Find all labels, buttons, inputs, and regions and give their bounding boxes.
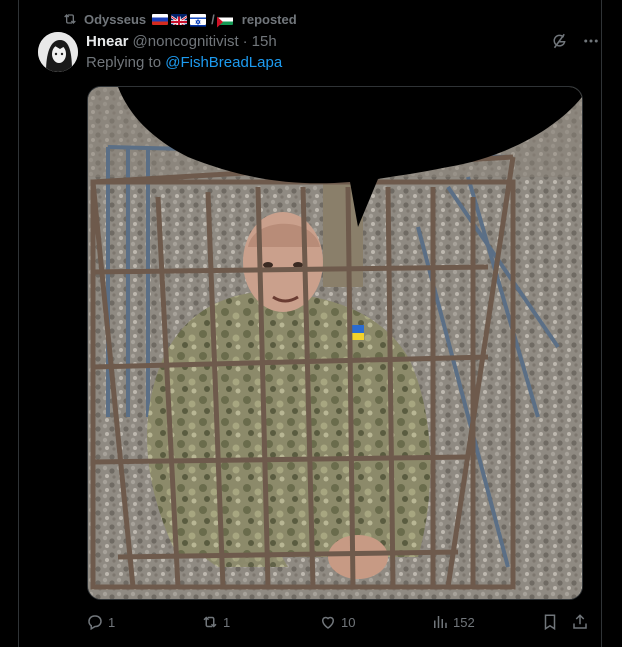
views-button[interactable]: 152	[431, 613, 541, 631]
timestamp[interactable]: 15h	[252, 33, 277, 50]
view-count: 152	[453, 614, 475, 630]
repost-button[interactable]: 1	[201, 613, 319, 631]
bookmark-icon	[544, 614, 556, 631]
reply-prefix: Replying to	[86, 54, 162, 71]
like-button[interactable]: 10	[319, 613, 431, 631]
separator-dot: ·	[242, 32, 248, 50]
tweet-header: Hnear @noncognitivist · 15h	[86, 31, 277, 51]
display-name[interactable]: Hnear	[86, 33, 129, 50]
repost-context: Odysseus / reposted	[62, 10, 297, 28]
like-icon	[321, 616, 335, 629]
retweet-icon	[203, 616, 217, 628]
flag-separator: /	[211, 11, 215, 27]
reply-count: 1	[108, 614, 116, 630]
share-icon	[573, 614, 587, 629]
repost-icon	[64, 14, 76, 24]
user-handle[interactable]: @noncognitivist	[133, 33, 239, 50]
share-button[interactable]	[571, 613, 595, 631]
flag-group: /	[152, 12, 236, 27]
tweet-media-image[interactable]	[87, 86, 583, 600]
avatar[interactable]	[38, 32, 78, 72]
action-bar: 1 1 10 152	[86, 610, 604, 634]
bookmark-button[interactable]	[541, 613, 571, 631]
reply-button[interactable]: 1	[86, 613, 201, 631]
reply-icon	[88, 615, 102, 631]
views-icon	[434, 616, 447, 628]
avatar-image	[38, 32, 78, 72]
russia-flag-icon	[152, 13, 169, 25]
uk-flag-icon	[171, 13, 188, 25]
tweet-top-actions	[550, 32, 600, 50]
more-icon[interactable]	[582, 32, 600, 50]
repost-user[interactable]: Odysseus	[84, 12, 146, 27]
grok-icon[interactable]	[550, 32, 568, 50]
israel-flag-icon	[190, 13, 207, 26]
like-count: 10	[341, 614, 356, 630]
reply-to-link[interactable]: @FishBreadLapa	[165, 54, 282, 71]
reply-context: Replying to @FishBreadLapa	[86, 54, 282, 71]
photo	[88, 87, 582, 599]
palestine-flag-icon	[216, 13, 233, 27]
repost-count: 1	[223, 614, 231, 630]
repost-label: reposted	[241, 11, 297, 27]
